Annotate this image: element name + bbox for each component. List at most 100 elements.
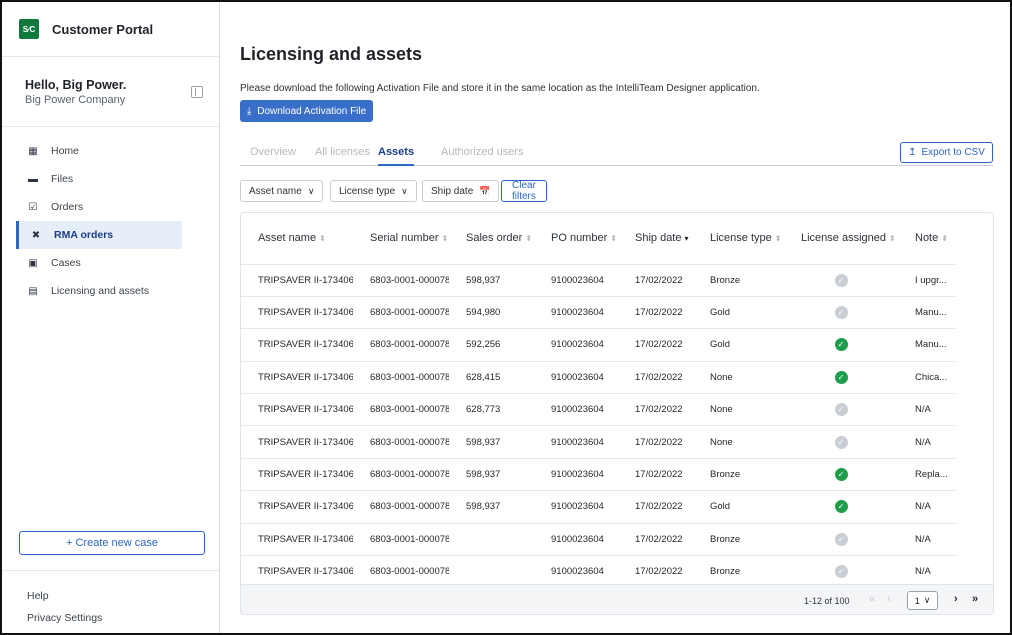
ship-date-filter[interactable]: Ship date 📅	[422, 180, 500, 202]
license-assigned-cell: ✓	[784, 295, 898, 329]
sidebar-item-label: Home	[51, 145, 80, 157]
sort-icon[interactable]: ⬍	[319, 234, 326, 243]
column-header-ship-date[interactable]: Ship date ▾	[618, 213, 693, 264]
table-row[interactable]: TRIPSAVER II-1734066 6803-0001-000078 598,…	[241, 263, 956, 297]
column-header-license-type[interactable]: License type ⬍	[693, 213, 784, 264]
company-logo: S∕C	[19, 19, 39, 39]
privacy-settings-link[interactable]: Privacy Settings	[27, 612, 102, 624]
sales-cell: 598,937	[449, 425, 534, 459]
pagination-bar: 1-12 of 100 « ‹ 1 ∨ › »	[241, 584, 993, 614]
sort-icon[interactable]: ⬍	[525, 234, 532, 243]
sidebar-divider	[2, 570, 220, 571]
sort-icon[interactable]: ⬍	[610, 234, 617, 243]
column-header-label: PO number	[551, 232, 608, 245]
sidebar-item-orders[interactable]: ☑ Orders	[2, 193, 219, 221]
column-header-label: License type	[710, 232, 772, 245]
po-cell: 9100023604	[534, 425, 618, 459]
check-circle-disabled-icon: ✓	[834, 273, 848, 287]
sidebar-item-files[interactable]: ▬ Files	[2, 165, 219, 193]
note-cell: N/A	[898, 522, 956, 556]
asset-cell: TRIPSAVER II-1734066	[241, 393, 353, 426]
user-company: Big Power Company	[25, 94, 126, 106]
column-header-sales-order[interactable]: Sales order ⬍	[449, 213, 534, 264]
table-row[interactable]: TRIPSAVER II-1734066 6803-0001-000078 9100…	[241, 522, 956, 556]
table-row[interactable]: TRIPSAVER II-1734066 6803-0001-000078 628,…	[241, 393, 956, 426]
asset-cell: TRIPSAVER II-1734066	[241, 490, 353, 524]
ship-cell: 17/02/2022	[618, 295, 693, 329]
sales-cell: 598,937	[449, 263, 534, 297]
table-row[interactable]: TRIPSAVER II-1734066 6803-0001-000078 598,…	[241, 425, 956, 459]
sales-cell: 598,937	[449, 457, 534, 491]
note-cell: Manu...	[898, 295, 956, 329]
sort-icon[interactable]: ⬍	[941, 234, 948, 243]
table-row[interactable]: TRIPSAVER II-1734066 6803-0001-000078 592,…	[241, 328, 956, 362]
license-cell: Bronze	[693, 457, 784, 491]
tab-authorized-users[interactable]: Authorized users	[441, 146, 524, 166]
sidebar-item-home[interactable]: ▦ Home	[2, 137, 219, 165]
serial-cell: 6803-0001-000078	[353, 490, 449, 524]
tab-overview[interactable]: Overview	[250, 146, 296, 166]
card-icon: ▤	[28, 285, 38, 297]
table-row[interactable]: TRIPSAVER II-1734066 6803-0001-000078 598,…	[241, 490, 956, 524]
last-page-icon[interactable]: »	[972, 593, 978, 605]
note-cell: Repla...	[898, 457, 956, 491]
table-row[interactable]: TRIPSAVER II-1734066 6803-0001-000078 594,…	[241, 295, 956, 329]
po-cell: 9100023604	[534, 295, 618, 329]
sidebar-item-label: Orders	[51, 201, 84, 213]
sidebar-item-licensing-and-assets[interactable]: ▤ Licensing and assets	[2, 277, 219, 305]
sidebar-nav: ▦ Home ▬ Files ☑ Orders ✖ RMA orders ▣ Cases ▤ Lice…	[2, 137, 219, 305]
help-link[interactable]: Help	[27, 590, 49, 602]
asset-cell: TRIPSAVER II-1734066	[241, 328, 353, 362]
check-circle-icon: ✓	[834, 370, 848, 384]
asset-name-filter-label: Asset name	[249, 185, 302, 197]
collapse-sidebar-icon[interactable]	[191, 86, 203, 98]
grid-icon: ▦	[28, 145, 38, 157]
license-type-filter-label: License type	[339, 185, 396, 197]
column-header-serial-number[interactable]: Serial number ⬍	[353, 213, 449, 264]
table-row[interactable]: TRIPSAVER II-1734066 6803-0001-000078 628,…	[241, 360, 956, 394]
assets-table: Asset name ⬍ Serial number ⬍ Sales order ⬍ PO …	[241, 213, 956, 588]
clear-filters-button[interactable]: Clear filters	[501, 180, 547, 202]
ship-cell: 17/02/2022	[618, 425, 693, 459]
check-circle-icon: ✓	[834, 338, 848, 352]
tab-all-licenses[interactable]: All licenses	[315, 146, 370, 166]
page-select[interactable]: 1 ∨	[907, 591, 938, 610]
license-assigned-cell: ✓	[784, 393, 898, 426]
column-header-asset-name[interactable]: Asset name ⬍	[241, 213, 353, 264]
license-type-filter[interactable]: License type ∨	[330, 180, 417, 202]
next-page-icon[interactable]: ›	[954, 593, 958, 605]
po-cell: 9100023604	[534, 393, 618, 426]
asset-name-filter[interactable]: Asset name ∨	[240, 180, 324, 202]
brand-header: S∕C Customer Portal	[2, 2, 219, 57]
license-cell: Gold	[693, 328, 784, 362]
column-header-po-number[interactable]: PO number ⬍	[534, 213, 618, 264]
sidebar-item-cases[interactable]: ▣ Cases	[2, 249, 219, 277]
prev-page-icon[interactable]: ‹	[887, 593, 891, 605]
folder-icon: ▬	[28, 173, 38, 185]
first-page-icon[interactable]: «	[869, 593, 875, 605]
sidebar: S∕C Customer Portal Hello, Big Power. Bi…	[2, 2, 220, 633]
check-circle-icon: ✓	[834, 468, 848, 482]
check-circle-icon: ✓	[834, 500, 848, 514]
sort-icon[interactable]: ⬍	[441, 234, 448, 243]
note-cell: Manu...	[898, 328, 956, 362]
table-row[interactable]: TRIPSAVER II-1734066 6803-0001-000078 598,…	[241, 457, 956, 491]
sort-icon[interactable]: ⬍	[889, 234, 896, 243]
sidebar-item-rma-orders[interactable]: ✖ RMA orders	[16, 221, 182, 249]
export-csv-button[interactable]: ↥ Export to CSV	[900, 142, 993, 163]
note-cell: N/A	[898, 393, 956, 426]
table-header-row: Asset name ⬍ Serial number ⬍ Sales order ⬍ PO …	[241, 213, 956, 264]
sort-icon[interactable]: ▾	[684, 234, 688, 243]
tools-icon: ✖	[31, 229, 41, 241]
column-header-license-assigned[interactable]: License assigned ⬍	[784, 213, 898, 264]
page-description: Please download the following Activation…	[240, 83, 760, 94]
serial-cell: 6803-0001-000078	[353, 393, 449, 426]
tab-assets[interactable]: Assets	[378, 146, 415, 166]
column-header-note[interactable]: Note ⬍	[898, 213, 956, 264]
download-activation-file-button[interactable]: ⤓ Download Activation File	[240, 100, 373, 122]
create-new-case-button[interactable]: + Create new case	[19, 531, 205, 555]
sort-icon[interactable]: ⬍	[775, 234, 782, 243]
sidebar-item-label: RMA orders	[54, 229, 114, 241]
tab-bar: Overview All licenses Assets Authorized use…	[240, 144, 993, 166]
note-cell: Chica...	[898, 360, 956, 394]
